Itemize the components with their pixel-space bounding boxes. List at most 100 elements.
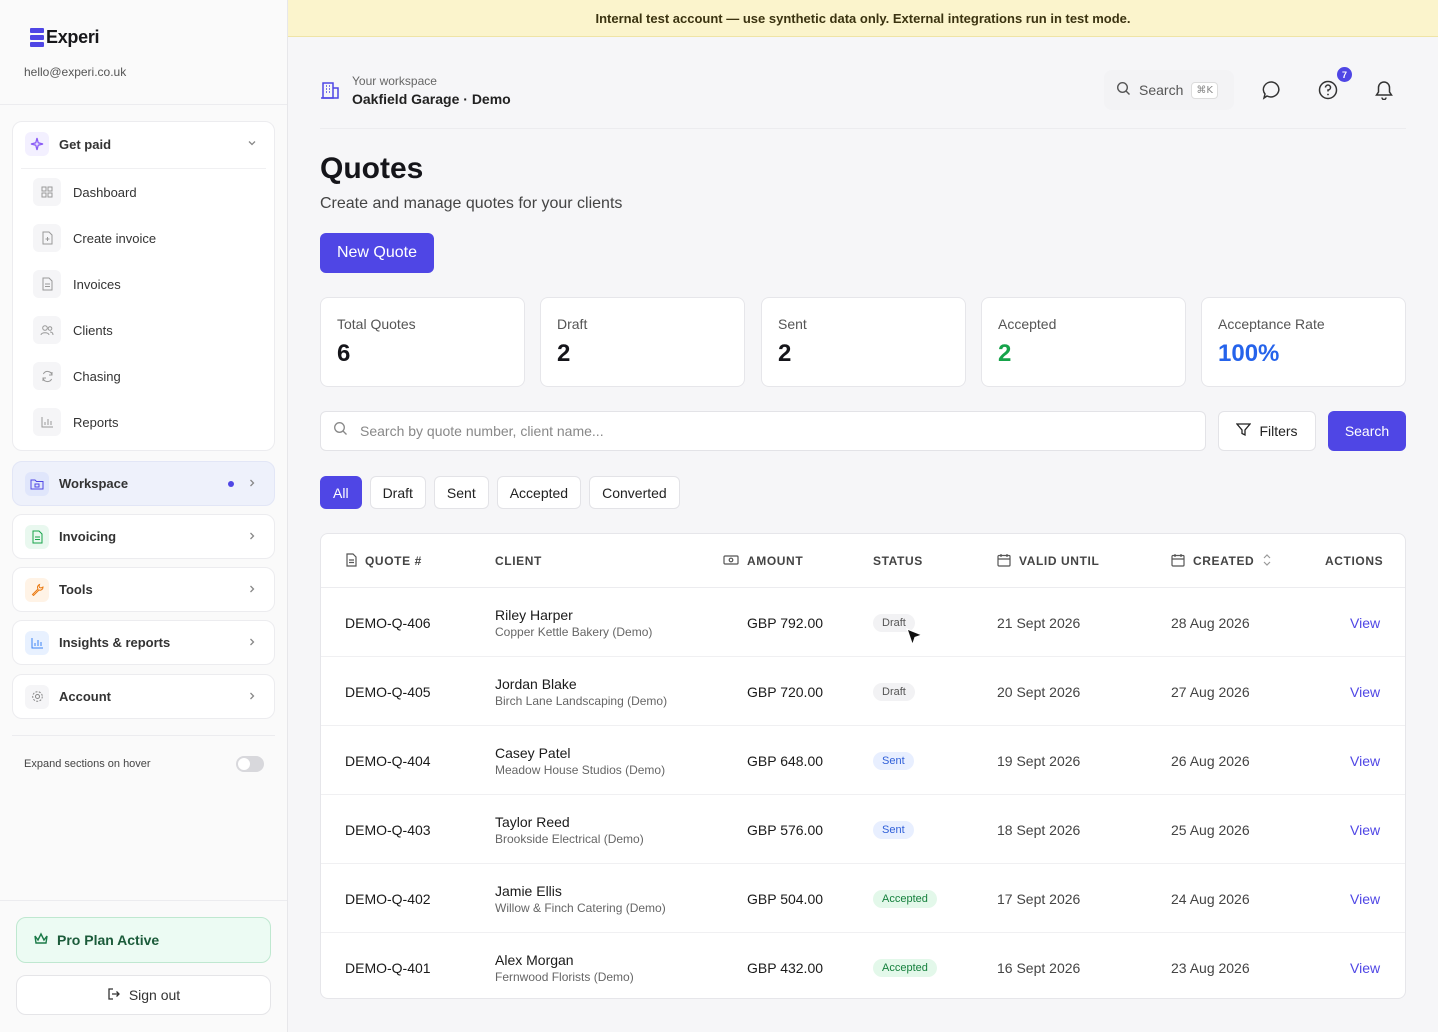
column-label: QUOTE # — [365, 554, 422, 568]
stat-label: Sent — [778, 316, 807, 332]
sidebar-item-clients[interactable]: Clients — [21, 307, 266, 353]
sidebar-group-workspace[interactable]: Workspace — [12, 461, 275, 506]
filter-chip-sent[interactable]: Sent — [433, 476, 489, 509]
sparkle-icon — [25, 132, 49, 156]
sort-icon[interactable] — [1262, 553, 1272, 570]
table-row[interactable]: DEMO-Q-401 Alex Morgan Fernwood Florists… — [321, 933, 1405, 998]
sidebar-group-tools[interactable]: Tools — [12, 567, 275, 612]
column-client[interactable]: CLIENT — [495, 534, 542, 588]
column-status[interactable]: STATUS — [873, 534, 923, 588]
valid-until: 18 Sept 2026 — [997, 821, 1081, 838]
active-indicator — [228, 480, 234, 487]
filters-label: Filters — [1259, 423, 1298, 439]
filter-chip-draft[interactable]: Draft — [369, 476, 426, 509]
building-icon — [320, 81, 340, 104]
created-date: 24 Aug 2026 — [1171, 890, 1250, 907]
global-search-button[interactable]: Search ⌘K — [1104, 70, 1234, 110]
client-cell: Riley Harper Copper Kettle Bakery (Demo) — [495, 588, 652, 657]
view-link[interactable]: View — [1350, 657, 1380, 726]
chat-icon[interactable] — [1260, 78, 1284, 102]
column-amount[interactable]: AMOUNT — [723, 534, 803, 588]
client-name: Taylor Reed — [495, 813, 570, 830]
workspace-name[interactable]: Oakfield Garage · Demo — [352, 91, 511, 107]
status-filter-tabs: All Draft Sent Accepted Converted — [320, 476, 680, 509]
sidebar-group-account[interactable]: Account — [12, 674, 275, 719]
valid-until: 20 Sept 2026 — [997, 683, 1081, 700]
client-name: Riley Harper — [495, 606, 573, 623]
help-icon[interactable] — [1316, 78, 1340, 102]
bell-icon[interactable] — [1372, 78, 1396, 102]
sidebar-item-label: Chasing — [73, 368, 121, 384]
chevron-right-icon — [242, 636, 262, 650]
users-icon — [33, 316, 61, 344]
table-row[interactable]: DEMO-Q-405 Jordan Blake Birch Lane Lands… — [321, 657, 1405, 726]
filter-chip-converted[interactable]: Converted — [589, 476, 680, 509]
table-header: QUOTE # CLIENT AMOUNT STATUS VALID UNTIL… — [321, 534, 1405, 588]
quote-number: DEMO-Q-406 — [345, 614, 431, 631]
amount: GBP 792.00 — [747, 614, 824, 631]
table-row[interactable]: DEMO-Q-406 Riley Harper Copper Kettle Ba… — [321, 588, 1405, 657]
global-search-label: Search — [1139, 82, 1184, 98]
column-quote-number[interactable]: QUOTE # — [345, 534, 422, 588]
pro-plan-badge[interactable]: Pro Plan Active — [16, 917, 271, 963]
client-cell: Casey Patel Meadow House Studios (Demo) — [495, 726, 665, 795]
table-row[interactable]: DEMO-Q-403 Taylor Reed Brookside Electri… — [321, 795, 1405, 864]
created-date: 26 Aug 2026 — [1171, 752, 1250, 769]
grid-icon — [33, 178, 61, 206]
stat-value: 2 — [557, 340, 571, 367]
divider — [320, 128, 1406, 129]
sidebar-group-invoicing[interactable]: Invoicing — [12, 514, 275, 559]
chevron-right-icon — [242, 690, 262, 704]
filters-button[interactable]: Filters — [1218, 411, 1316, 451]
view-link-label: View — [1350, 752, 1381, 769]
created-date: 25 Aug 2026 — [1171, 821, 1250, 838]
client-company: Copper Kettle Bakery (Demo) — [495, 624, 653, 639]
filter-chip-all[interactable]: All — [320, 476, 362, 509]
client-cell: Taylor Reed Brookside Electrical (Demo) — [495, 795, 644, 864]
column-label: VALID UNTIL — [1019, 554, 1100, 568]
view-link[interactable]: View — [1350, 588, 1380, 657]
brand-logo[interactable]: Experi — [30, 27, 100, 48]
quote-search-input[interactable] — [360, 423, 1205, 439]
expand-on-hover-toggle[interactable] — [236, 756, 264, 772]
sidebar-item-invoices[interactable]: Invoices — [21, 261, 266, 307]
filter-chip-accepted[interactable]: Accepted — [496, 476, 582, 509]
sidebar-item-label: Reports — [73, 414, 119, 430]
view-link-label: View — [1350, 614, 1381, 631]
table-row[interactable]: DEMO-Q-404 Casey Patel Meadow House Stud… — [321, 726, 1405, 795]
stat-value: 6 — [337, 340, 351, 367]
sidebar-item-reports[interactable]: Reports — [21, 399, 266, 445]
column-created[interactable]: CREATED — [1171, 534, 1272, 588]
sidebar-group-get-paid: Get paid Dashboard Create invoice Invoic… — [12, 121, 275, 451]
sidebar-group-insights-reports[interactable]: Insights & reports — [12, 620, 275, 665]
client-company: Brookside Electrical (Demo) — [495, 831, 644, 846]
refresh-icon — [33, 362, 61, 390]
quote-search-field[interactable] — [320, 411, 1206, 451]
search-button[interactable]: Search — [1328, 411, 1406, 451]
client-company: Meadow House Studios (Demo) — [495, 762, 666, 777]
amount: GBP 648.00 — [747, 752, 824, 769]
sidebar-item-chasing[interactable]: Chasing — [21, 353, 266, 399]
new-quote-button[interactable]: New Quote — [320, 233, 434, 273]
divider — [0, 104, 287, 105]
calendar-icon — [997, 553, 1011, 570]
view-link[interactable]: View — [1350, 726, 1380, 795]
bar-chart-icon — [25, 630, 49, 655]
get-paid-header[interactable]: Get paid — [13, 122, 274, 166]
stat-card-accepted: Accepted 2 — [981, 297, 1186, 387]
chevron-right-icon — [242, 530, 262, 544]
table-row[interactable]: DEMO-Q-402 Jamie Ellis Willow & Finch Ca… — [321, 864, 1405, 933]
tools-label: Tools — [59, 582, 93, 597]
stat-label: Draft — [557, 316, 588, 332]
sidebar-item-dashboard[interactable]: Dashboard — [21, 169, 266, 215]
view-link[interactable]: View — [1350, 795, 1380, 864]
main-content: Your workspace Oakfield Garage · Demo Se… — [288, 37, 1438, 1032]
sidebar-item-create-invoice[interactable]: Create invoice — [21, 215, 266, 261]
status-cell: Sent — [873, 795, 914, 864]
column-valid-until[interactable]: VALID UNTIL — [997, 534, 1099, 588]
view-link[interactable]: View — [1350, 864, 1380, 933]
expand-on-hover-label: Expand sections on hover — [24, 758, 151, 770]
sign-out-button[interactable]: Sign out — [16, 975, 271, 1015]
view-link[interactable]: View — [1350, 933, 1380, 998]
wrench-icon — [25, 577, 49, 602]
